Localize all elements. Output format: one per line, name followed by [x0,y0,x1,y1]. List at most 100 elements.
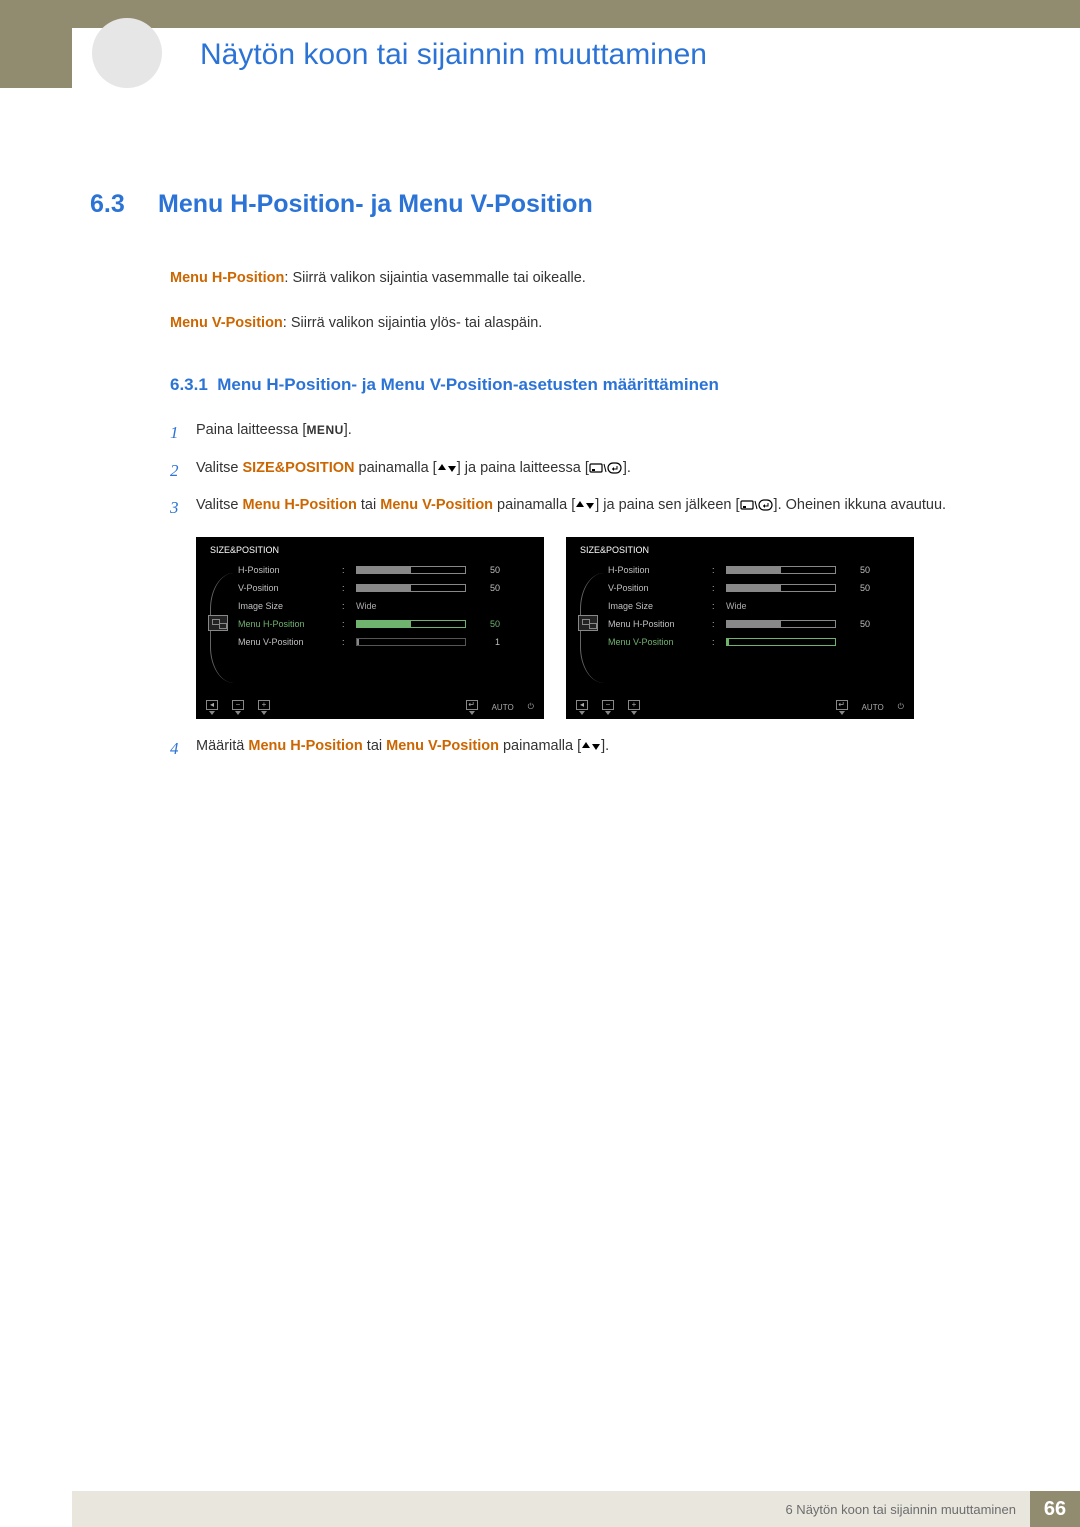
osd-footer: ◂ − + ↵ AUTO ⏻ [576,700,904,715]
subsection-number: 6.3.1 [170,375,208,394]
step-number: 1 [170,419,196,446]
page-content: 6.3Menu H-Position- ja Menu V-Position M… [90,190,1010,772]
osd-row-imagesize: Image Size: Wide [608,597,904,615]
osd-row-vposition: V-Position: 50 [238,579,534,597]
step1-post: ]. [344,422,352,438]
osd-label-highlighted: Menu V-Position [608,637,706,647]
osd-nav-enter-icon: ↵ [836,700,848,715]
osd-nav-plus-icon: + [628,700,640,715]
steps-list: 1 Paina laitteessa [MENU]. 2 Valitse SIZ… [170,419,1010,521]
osd-slider [356,584,466,592]
step2-highlight: SIZE&POSITION [242,460,354,476]
size-position-icon [208,615,228,631]
osd-nav-back-icon: ◂ [206,700,218,715]
osd-label: Image Size [238,601,336,611]
osd-value: 50 [472,565,500,575]
osd-auto-label: AUTO [862,703,884,712]
osd-row-hposition: H-Position: 50 [608,561,904,579]
osd-text-value: Wide [726,601,747,611]
step3-mid1: tai [357,497,380,513]
step3-pre: Valitse [196,497,242,513]
osd-text-value: Wide [356,601,377,611]
definitions: Menu H-Position: Siirrä valikon sijainti… [170,267,1010,335]
osd-nav-back-icon: ◂ [576,700,588,715]
step2-pre: Valitse [196,460,242,476]
osd-slider [726,620,836,628]
osd-label: H-Position [608,565,706,575]
osd-label: Image Size [608,601,706,611]
page-footer: 6 Näytön koon tai sijainnin muuttaminen … [72,1491,1080,1527]
chapter-title: Näytön koon tai sijainnin muuttaminen [200,38,707,72]
osd-panel-left: SIZE&POSITION H-Position: 50 V-Position:… [196,537,544,719]
step-2: 2 Valitse SIZE&POSITION painamalla [ ] ja… [170,457,1010,484]
step3-post2: ]. Oheinen ikkuna avautuu. [774,497,947,513]
osd-panel-right: SIZE&POSITION H-Position: 50 V-Position:… [566,537,914,719]
osd-nav-minus-icon: − [602,700,614,715]
osd-value: 50 [842,565,870,575]
osd-nav-plus-icon: + [258,700,270,715]
step2-post1: ] ja paina laitteessa [ [457,460,589,476]
osd-slider-highlighted [356,620,466,628]
up-down-icon [575,500,595,510]
section-title: Menu H-Position- ja Menu V-Position [158,190,593,218]
osd-slider [726,584,836,592]
step4-mid1: tai [363,738,386,754]
osd-nav-power-icon: ⏻ [898,702,904,712]
osd-slider [726,566,836,574]
step4-pre: Määritä [196,738,248,754]
step1-pre: Paina laitteessa [ [196,422,306,438]
osd-row-hposition: H-Position: 50 [238,561,534,579]
chapter-badge [92,18,162,88]
section-number: 6.3 [90,190,158,219]
osd-row-menu-hposition: Menu H-Position: 50 [238,615,534,633]
osd-row-menu-vposition: Menu V-Position: 1 [238,633,534,651]
osd-auto-label: AUTO [492,703,514,712]
step3-mid2: painamalla [ [493,497,575,513]
step4-hl2: Menu V-Position [386,738,499,754]
up-down-icon [581,741,601,751]
osd-slider [356,566,466,574]
source-enter-icon [589,462,623,474]
osd-slider-highlighted [726,638,836,646]
size-position-icon [578,615,598,631]
osd-footer: ◂ − + ↵ AUTO ⏻ [206,700,534,715]
section-heading: 6.3Menu H-Position- ja Menu V-Position [90,190,1010,219]
osd-slider [356,638,466,646]
step-number: 3 [170,494,196,521]
osd-title: SIZE&POSITION [576,543,904,561]
osd-value: 50 [842,619,870,629]
step2-post2: ]. [623,460,631,476]
steps-list-cont: 4 Määritä Menu H-Position tai Menu V-Pos… [170,735,1010,762]
osd-label: Menu V-Position [238,637,336,647]
subsection-heading: 6.3.1 Menu H-Position- ja Menu V-Positio… [170,375,1010,395]
step-1: 1 Paina laitteessa [MENU]. [170,419,1010,446]
osd-row-imagesize: Image Size: Wide [238,597,534,615]
subsection-title: Menu H-Position- ja Menu V-Position-aset… [217,375,719,394]
step3-post1: ] ja paina sen jälkeen [ [595,497,739,513]
source-enter-icon [740,499,774,511]
osd-label-highlighted: Menu H-Position [238,619,336,629]
step-number: 4 [170,735,196,762]
osd-nav-minus-icon: − [232,700,244,715]
osd-label: V-Position [238,583,336,593]
menu-button-label: MENU [306,423,343,437]
up-down-icon [437,463,457,473]
step3-hl2: Menu V-Position [380,497,493,513]
step-number: 2 [170,457,196,484]
def-v-label: Menu V-Position [170,315,283,331]
def-h-text: : Siirrä valikon sijaintia vasemmalle ta… [284,270,585,286]
osd-label: V-Position [608,583,706,593]
step4-post: ]. [601,738,609,754]
page-number: 66 [1030,1491,1080,1527]
osd-value: 50 [472,583,500,593]
osd-title: SIZE&POSITION [206,543,534,561]
osd-label: Menu H-Position [608,619,706,629]
osd-screenshots: SIZE&POSITION H-Position: 50 V-Position:… [196,537,1010,719]
def-v-text: : Siirrä valikon sijaintia ylös- tai ala… [283,315,543,331]
step2-mid: painamalla [ [354,460,436,476]
step-3: 3 Valitse Menu H-Position tai Menu V-Pos… [170,494,1010,521]
osd-nav-power-icon: ⏻ [528,702,534,712]
osd-value: 50 [842,583,870,593]
osd-nav-enter-icon: ↵ [466,700,478,715]
def-h-label: Menu H-Position [170,270,284,286]
